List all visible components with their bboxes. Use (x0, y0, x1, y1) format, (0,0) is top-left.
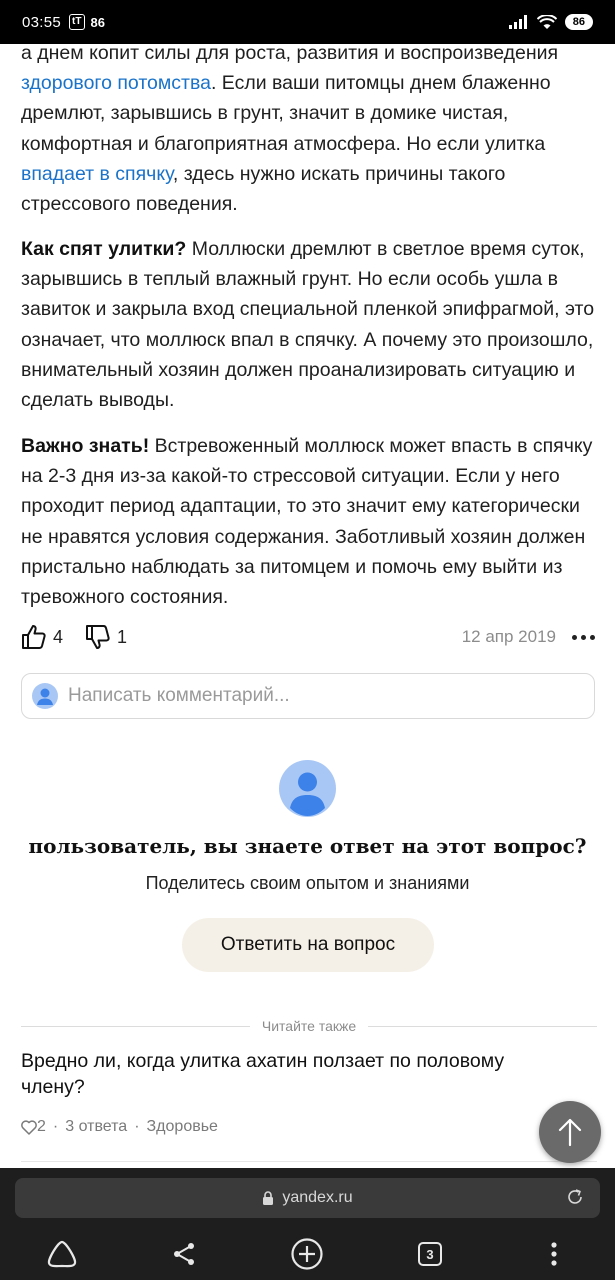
vertical-dots-icon (551, 1242, 557, 1266)
status-bar: 03:55 tT 86 86 (0, 0, 615, 44)
more-dots-icon[interactable] (570, 629, 597, 646)
related-category[interactable]: Здоровье (147, 1118, 218, 1136)
status-time: 03:55 (22, 13, 62, 31)
answer-prompt-title: пользователь, вы знаете ответ на этот во… (28, 834, 587, 858)
like-count: 4 (53, 626, 64, 647)
menu-button[interactable] (534, 1234, 574, 1274)
wifi-icon (536, 14, 557, 29)
comment-input[interactable]: Написать комментарий... (21, 673, 595, 719)
link-healthy-offspring[interactable]: здорового потомства (21, 72, 211, 94)
related-question-title[interactable]: Вредно ли, когда улитка ахатин ползает п… (21, 1048, 541, 1100)
article-paragraph-3: Важно знать! Встревоженный моллюск может… (21, 431, 597, 612)
thumbs-down-icon (86, 625, 110, 649)
home-button[interactable] (42, 1234, 82, 1274)
answer-actions: 4 1 12 апр 2019 (21, 620, 597, 654)
app-notification-icon: tT (69, 14, 85, 30)
browser-toolbar: yandex.ru 3 (0, 1168, 615, 1280)
arrow-up-icon (558, 1118, 582, 1147)
paragraph-text: Встревоженный моллюск может впасть в спя… (21, 435, 593, 609)
comment-placeholder: Написать комментарий... (68, 685, 290, 706)
dislike-button[interactable]: 1 (85, 624, 127, 650)
share-button[interactable] (164, 1234, 204, 1274)
paragraph-bold-lead: Важно знать! (21, 435, 150, 457)
paragraph-text: Моллюски дремлют в светлое время суток, … (21, 238, 595, 412)
tabs-button[interactable]: 3 (410, 1234, 450, 1274)
user-avatar-icon (279, 760, 336, 817)
page-content: а днем копит силы для роста, развития и … (0, 44, 615, 1168)
link-hibernation[interactable]: впадает в спячку (21, 163, 173, 185)
answer-question-button[interactable]: Ответить на вопрос (182, 918, 434, 972)
article-paragraph-2: Как спят улитки? Моллюски дремлют в свет… (21, 234, 597, 415)
browser-nav: 3 (0, 1228, 615, 1278)
tabs-icon: 3 (418, 1242, 442, 1266)
address-bar[interactable]: yandex.ru (15, 1178, 600, 1218)
thumbs-up-icon (22, 625, 46, 649)
related-answer-count[interactable]: 3 ответа (65, 1118, 127, 1136)
article-paragraph-1: а днем копит силы для роста, развития и … (21, 44, 597, 219)
read-also-divider: Читайте также (21, 1018, 598, 1034)
battery-indicator: 86 (564, 14, 593, 30)
like-button[interactable]: 4 (21, 624, 63, 650)
alice-home-icon (47, 1240, 77, 1268)
dislike-count: 1 (117, 626, 128, 647)
answer-prompt-subtitle: Поделитесь своим опытом и знаниями (145, 873, 470, 893)
answer-date: 12 апр 2019 (461, 627, 556, 646)
reload-icon[interactable] (566, 1188, 584, 1206)
read-also-label: Читайте также (261, 1018, 357, 1034)
related-like-count: 2 (37, 1118, 46, 1135)
divider (21, 1161, 597, 1162)
signal-icon (508, 15, 527, 29)
related-question-meta: 2 · 3 ответа · Здоровье (21, 1118, 218, 1136)
lock-icon (263, 1191, 274, 1205)
status-icons: 86 (508, 14, 593, 30)
share-icon (174, 1243, 194, 1265)
scroll-top-button[interactable] (539, 1101, 601, 1163)
address-url: yandex.ru (282, 1189, 353, 1206)
notification-count: 86 (90, 14, 105, 30)
plus-circle-icon (291, 1238, 323, 1270)
paragraph-text: а днем копит силы для роста, развития и … (21, 44, 559, 64)
new-tab-button[interactable] (287, 1234, 327, 1274)
heart-icon[interactable] (21, 1119, 37, 1135)
paragraph-bold-lead: Как спят улитки? (21, 238, 187, 260)
user-avatar-icon (32, 683, 58, 709)
tab-count: 3 (426, 1246, 434, 1262)
